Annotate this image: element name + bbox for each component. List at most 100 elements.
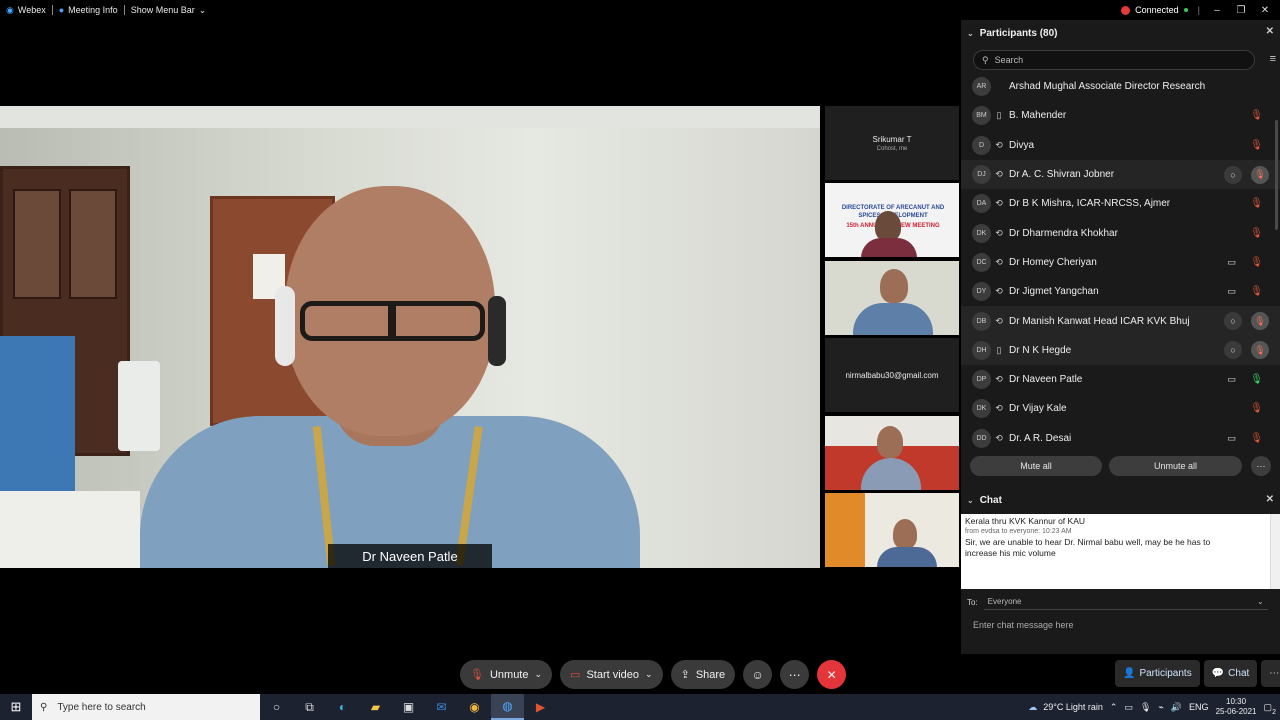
chat-participant-button[interactable]: ○: [1224, 312, 1242, 331]
mute-toggle-button[interactable]: 🎙: [1251, 341, 1269, 360]
avatar: DK: [972, 223, 991, 243]
chat-message: Sir, we are unable to hear Dr. Nirmal ba…: [965, 537, 1211, 547]
meeting-controls: 🎙 Unmute ⌄ ▭ Start video ⌄ ⇪ Share ☺ ⋯ ✕: [460, 660, 847, 689]
participant-row[interactable]: DK ⟲ Dr Vijay Kale 🎙: [961, 394, 1280, 423]
participant-row[interactable]: DH ▯ Dr N K Hegde ○ 🎙: [961, 335, 1280, 365]
cortana-icon[interactable]: ○: [260, 694, 293, 720]
mute-toggle-button[interactable]: 🎙: [1251, 165, 1269, 184]
participant-name: Dr Manish Kanwat Head ICAR KVK Bhuj: [1009, 315, 1190, 327]
windows-start-icon[interactable]: ⊞: [0, 694, 32, 720]
start-video-button[interactable]: ▭ Start video ⌄: [560, 660, 663, 689]
chevron-down-icon: ⌄: [198, 4, 207, 15]
more-options-button[interactable]: ⋯: [1251, 456, 1271, 476]
taskbar-search-input[interactable]: ⚲ Type here to search: [32, 694, 260, 720]
webex-tray-icon[interactable]: ▭: [1124, 702, 1133, 713]
avatar: BM: [972, 106, 991, 126]
participant-row[interactable]: DD ⟲ Dr. A R. Desai ▭ 🎙: [961, 424, 1280, 453]
thumbnail-video-1[interactable]: DIRECTORATE OF ARECANUT AND SPICES DEVEL…: [825, 183, 959, 257]
sort-icon[interactable]: ≡: [1270, 53, 1276, 65]
participant-row[interactable]: DJ ⟲ Dr A. C. Shivran Jobner ○ 🎙: [961, 159, 1280, 190]
chat-tab[interactable]: 💬 Chat: [1203, 660, 1258, 687]
unmute-all-button[interactable]: Unmute all: [1109, 456, 1242, 476]
participant-row[interactable]: DP ⟲ Dr Naveen Patle ▭ 🎙: [961, 365, 1280, 394]
clock[interactable]: 10:30 25-06-2021: [1216, 697, 1257, 717]
participant-row[interactable]: BM ▯ B. Mahender 🎙: [961, 101, 1280, 130]
share-button[interactable]: ⇪ Share: [670, 660, 736, 689]
chat-scrollbar[interactable]: [1270, 514, 1280, 589]
maximize-button[interactable]: ❐: [1234, 5, 1248, 16]
participant-row[interactable]: D ⟲ Divya 🎙: [961, 131, 1280, 160]
network-icon[interactable]: ⌁: [1158, 702, 1163, 713]
mic-muted-icon: 🎙: [470, 669, 484, 681]
unmute-button[interactable]: 🎙 Unmute ⌄: [460, 660, 553, 689]
participant-row[interactable]: AR Arshad Mughal Associate Director Resea…: [961, 72, 1280, 101]
meeting-info-button[interactable]: ● Meeting Info: [53, 5, 124, 15]
more-panels-button[interactable]: ⋯: [1261, 660, 1280, 687]
thumbnail-nirmalbabu[interactable]: nirmalbabu30@gmail.com: [825, 338, 959, 412]
weather-widget[interactable]: ☁ 29°C Light rain: [1028, 702, 1103, 713]
participant-row[interactable]: DA ⟲ Dr B K Mishra, ICAR-NRCSS, Ajmer 🎙: [961, 189, 1280, 218]
minimize-button[interactable]: –: [1210, 5, 1224, 16]
participant-scrollbar[interactable]: [1275, 120, 1278, 230]
video-camera-icon: ▭: [1227, 256, 1236, 267]
thumbnail-srikumar[interactable]: Srikumar T Cohost, me: [825, 106, 959, 180]
participant-head: [880, 269, 908, 303]
show-menu-bar-button[interactable]: Show Menu Bar ⌄: [125, 5, 213, 16]
speaker-name-label: Dr Naveen Patle: [328, 544, 492, 568]
chevron-down-icon[interactable]: ⌄: [967, 496, 974, 505]
thumbnail-video-5[interactable]: [825, 493, 959, 567]
notification-count: 2: [1272, 708, 1276, 716]
volume-icon[interactable]: 🔊: [1171, 702, 1182, 713]
store-icon[interactable]: ▣: [392, 694, 425, 720]
task-view-icon[interactable]: ⧉: [293, 694, 326, 720]
close-window-button[interactable]: ✕: [1258, 5, 1272, 16]
more-options-button[interactable]: ⋯: [780, 660, 810, 689]
participant-row[interactable]: DB ⟲ Dr Manish Kanwat Head ICAR KVK Bhuj ○ 🎙: [961, 306, 1280, 336]
chevron-down-icon[interactable]: ⌄: [645, 669, 653, 680]
edge-icon[interactable]: ◐: [326, 694, 359, 720]
participants-header[interactable]: ⌄ Participants (80) ✕: [961, 20, 1280, 46]
participant-search-input[interactable]: ⚲ Search: [973, 50, 1255, 70]
chat-header[interactable]: ⌄ Chat ✕: [961, 490, 1280, 510]
recipient-select[interactable]: Everyone ⌄: [983, 594, 1268, 610]
chevron-down-icon[interactable]: ⌄: [535, 669, 543, 680]
mail-icon[interactable]: ✉: [425, 694, 458, 720]
close-chat-button[interactable]: ✕: [1266, 494, 1274, 505]
video-camera-icon: ▭: [1227, 432, 1236, 443]
chat-input[interactable]: Enter chat message here: [973, 620, 1074, 630]
webex-logo-icon: ◉: [6, 4, 14, 15]
webex-taskbar-icon[interactable]: ◍: [491, 694, 524, 720]
avatar: DK: [972, 399, 991, 419]
webex-app-label[interactable]: ◉ Webex: [0, 5, 52, 16]
close-participants-button[interactable]: ✕: [1266, 26, 1274, 37]
mute-toggle-button[interactable]: 🎙: [1251, 312, 1269, 331]
participant-name: Divya: [1009, 139, 1035, 151]
chat-participant-button[interactable]: ○: [1224, 165, 1242, 184]
mute-all-button[interactable]: Mute all: [970, 456, 1102, 476]
chat-message: Kerala thru KVK Kannur of KAU: [965, 516, 1086, 526]
participant-row[interactable]: DK ⟲ Dr Dharmendra Khokhar 🎙: [961, 218, 1280, 247]
participant-row[interactable]: DY ⟲ Dr Jigmet Yangchan ▭ 🎙: [961, 277, 1280, 306]
chrome-icon[interactable]: ◉: [458, 694, 491, 720]
powerpoint-icon[interactable]: ▶: [524, 694, 557, 720]
status-dot-icon: [1183, 8, 1188, 12]
thumbnail-video-4[interactable]: [825, 416, 959, 490]
cabinet-glass: [69, 189, 117, 299]
chevron-down-icon[interactable]: ⌄: [967, 29, 974, 38]
file-explorer-icon[interactable]: ▰: [359, 694, 392, 720]
chat-participant-button[interactable]: ○: [1224, 341, 1242, 360]
notifications-icon[interactable]: ▢ 2: [1263, 702, 1276, 716]
chevron-up-icon[interactable]: ⌃: [1110, 702, 1118, 713]
leave-meeting-button[interactable]: ✕: [817, 660, 847, 689]
language-indicator[interactable]: ENG: [1189, 702, 1209, 712]
participant-head: [893, 519, 917, 549]
microphone-icon[interactable]: 🎙: [1140, 702, 1151, 713]
share-icon: ⇪: [680, 669, 690, 681]
participant-name: Dr Dharmendra Khokhar: [1009, 227, 1118, 239]
participants-tab[interactable]: 👤 Participants: [1115, 660, 1200, 687]
participant-row[interactable]: DC ⟲ Dr Homey Cheriyan ▭ 🎙: [961, 248, 1280, 277]
connection-status[interactable]: Connected: [1121, 5, 1188, 15]
thumbnail-video-2[interactable]: [825, 261, 959, 335]
reactions-button[interactable]: ☺: [743, 660, 773, 689]
thumbnail-role: Cohost, me: [876, 145, 908, 152]
